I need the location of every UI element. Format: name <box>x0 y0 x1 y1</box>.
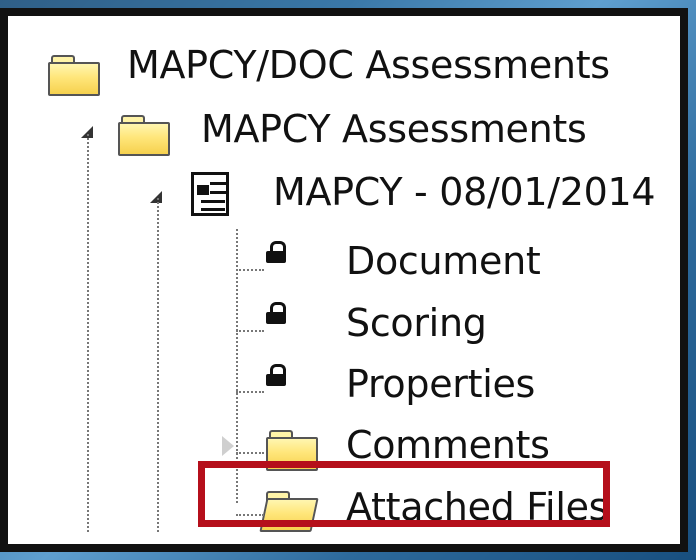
tree-node-label: MAPCY/DOC Assessments <box>127 43 610 87</box>
lock-icon <box>266 241 286 265</box>
tree-guide-line <box>236 452 264 454</box>
folder-icon <box>48 54 100 96</box>
tree-guide-line <box>236 391 264 393</box>
tree-node-properties[interactable]: Properties <box>8 359 568 411</box>
tree-guide-line <box>236 330 264 332</box>
tree-node-label: Scoring <box>346 301 487 345</box>
tree-node-label: Comments <box>346 423 550 467</box>
document-lock-icon <box>191 172 229 216</box>
tree-node-assessment[interactable]: MAPCY - 08/01/2014 <box>8 167 656 219</box>
screenshot-frame: MAPCY/DOC Assessments MAPCY Assessments … <box>0 8 688 552</box>
folder-icon <box>118 114 170 156</box>
tree-node-root[interactable]: MAPCY/DOC Assessments <box>8 40 628 96</box>
lock-icon <box>266 302 286 326</box>
tree-node-label: MAPCY Assessments <box>201 107 587 151</box>
tree-node-mapcy-assessments[interactable]: MAPCY Assessments <box>8 104 628 156</box>
tree-node-label: Document <box>346 239 541 283</box>
tree-view-panel: MAPCY/DOC Assessments MAPCY Assessments … <box>8 16 680 544</box>
tree-node-scoring[interactable]: Scoring <box>8 298 568 350</box>
expand-triangle-icon[interactable] <box>150 191 162 203</box>
collapse-triangle-icon[interactable] <box>222 436 234 456</box>
tree-node-label: Properties <box>346 362 536 406</box>
tree-node-label: MAPCY - 08/01/2014 <box>273 170 656 214</box>
tree-guide-line <box>236 269 264 271</box>
attached-files-highlight-box <box>198 461 610 527</box>
lock-icon <box>266 364 286 388</box>
tree-guide-line <box>157 198 159 532</box>
tree-guide-line <box>87 134 89 532</box>
tree-node-document[interactable]: Document <box>8 236 568 288</box>
